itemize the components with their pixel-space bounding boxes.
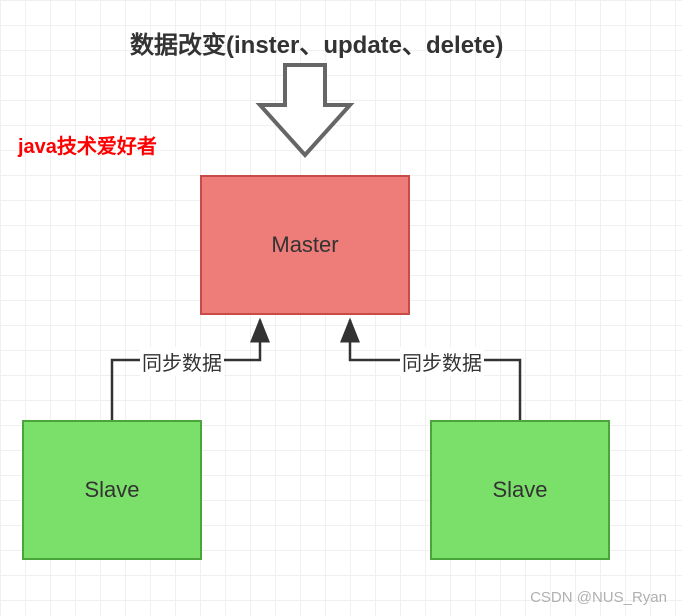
diagram-title: 数据改变(inster、update、delete) [130, 25, 503, 60]
edge-label-sync-right: 同步数据 [400, 347, 484, 376]
edge-label-sync-left: 同步数据 [140, 347, 224, 376]
node-slave-left: Slave [22, 420, 202, 560]
node-slave-right: Slave [430, 420, 610, 560]
watermark-source: CSDN @NUS_Ryan [530, 589, 667, 606]
watermark-author: java技术爱好者 [18, 130, 157, 159]
node-master: Master [200, 175, 410, 315]
node-master-label: Master [271, 232, 338, 258]
node-slave-right-label: Slave [492, 477, 547, 503]
node-slave-left-label: Slave [84, 477, 139, 503]
